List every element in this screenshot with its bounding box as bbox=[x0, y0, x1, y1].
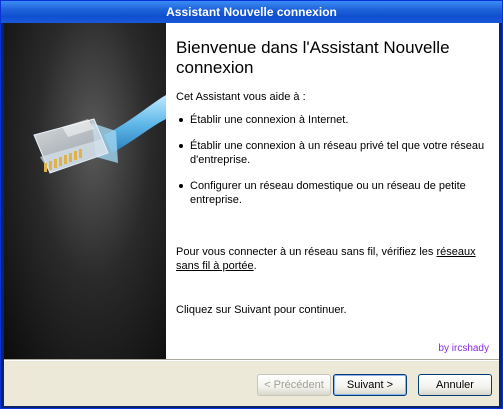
page-title: Bienvenue dans l'Assistant Nouvelle conn… bbox=[176, 38, 450, 77]
list-item: Établir une connexion à un réseau privé … bbox=[176, 139, 491, 167]
list-item-text: Établir une connexion à Internet. bbox=[190, 114, 349, 126]
wizard-banner bbox=[4, 23, 166, 359]
bullet-icon bbox=[179, 118, 183, 122]
feature-list: Établir une connexion à Internet. Établi… bbox=[176, 113, 491, 219]
title-bar[interactable]: Assistant Nouvelle connexion bbox=[1, 1, 502, 23]
window-title: Assistant Nouvelle connexion bbox=[166, 5, 337, 19]
dialog-body: Bienvenue dans l'Assistant Nouvelle conn… bbox=[4, 23, 499, 406]
list-item-text: Établir une connexion à un réseau privé … bbox=[190, 140, 485, 166]
separator bbox=[4, 359, 499, 361]
wizard-window: Assistant Nouvelle connexion Bienvenue d… bbox=[0, 0, 503, 409]
ethernet-cable-icon bbox=[33, 95, 166, 174]
list-item: Établir une connexion à Internet. bbox=[176, 113, 491, 127]
intro-text: Cet Assistant vous aide à : bbox=[176, 91, 306, 103]
wireless-note-period: . bbox=[253, 260, 257, 272]
wizard-content: Bienvenue dans l'Assistant Nouvelle conn… bbox=[166, 23, 499, 359]
list-item-text: Configurer un réseau domestique ou un ré… bbox=[190, 180, 466, 206]
bullet-icon bbox=[179, 144, 183, 148]
wireless-note-text: Pour vous connecter à un réseau sans fil… bbox=[176, 246, 434, 258]
list-item: Configurer un réseau domestique ou un ré… bbox=[176, 179, 491, 207]
cancel-button[interactable]: Annuler bbox=[418, 374, 492, 396]
credit-text: by ircshady bbox=[438, 343, 489, 354]
bullet-icon bbox=[179, 184, 183, 188]
next-button[interactable]: Suivant > bbox=[333, 374, 407, 396]
continue-text: Cliquez sur Suivant pour continuer. bbox=[176, 304, 347, 316]
wireless-note: Pour vous connecter à un réseau sans fil… bbox=[176, 245, 476, 273]
back-button[interactable]: < Précédent bbox=[257, 374, 331, 396]
